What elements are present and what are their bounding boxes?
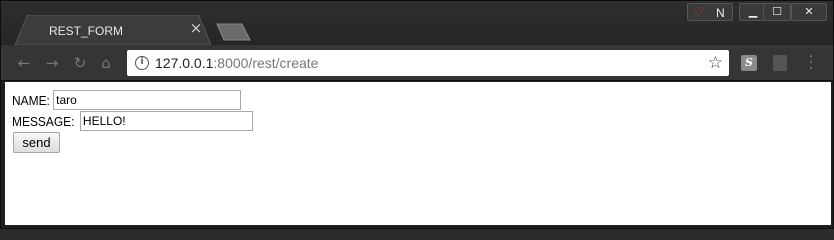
tab-title: REST_FORM	[49, 24, 124, 38]
window-close-button[interactable]: ✕	[791, 3, 827, 21]
tab-rest-form[interactable]: REST_FORM ×	[15, 15, 211, 45]
profile-letter: N	[716, 6, 725, 20]
extension-s-icon[interactable]: S	[741, 55, 757, 71]
star-icon[interactable]: ☆	[708, 53, 723, 73]
reload-icon[interactable]: ↻	[71, 54, 89, 72]
home-icon[interactable]: ⌂	[97, 54, 115, 72]
info-icon[interactable]: i	[135, 56, 149, 70]
menu-icon[interactable]: · · ·	[806, 50, 816, 76]
name-label: NAME:	[12, 92, 50, 108]
page-content: NAME: MESSAGE: send	[5, 82, 831, 225]
tab-strip: REST_FORM × ♡ N ▁ ☐ ✕	[1, 1, 833, 45]
send-button[interactable]: send	[13, 132, 60, 153]
maximize-button[interactable]: ☐	[763, 3, 791, 21]
new-tab-button[interactable]	[215, 23, 251, 41]
url-text[interactable]: 127.0.0.1:8000/rest/create	[155, 55, 318, 71]
url-host: 127.0.0.1	[155, 55, 214, 71]
back-icon[interactable]: ←	[15, 54, 33, 72]
new-tab-icon	[216, 23, 251, 41]
message-label: MESSAGE:	[12, 113, 75, 129]
browser-window: REST_FORM × ♡ N ▁ ☐ ✕ ← → ↻ ⌂ i 127.0.0.…	[0, 0, 834, 229]
url-path: :8000/rest/create	[213, 55, 319, 71]
profile-extension-button[interactable]: ♡ N	[687, 3, 733, 21]
toolbar: ← → ↻ ⌂ i 127.0.0.1:8000/rest/create ☆ S…	[1, 45, 833, 81]
name-field[interactable]	[53, 90, 242, 110]
forward-icon[interactable]: →	[43, 54, 61, 72]
tab-close-icon[interactable]: ×	[189, 21, 203, 36]
message-row: MESSAGE:	[12, 111, 253, 131]
name-row: NAME:	[12, 90, 242, 110]
extension-clip-icon[interactable]	[773, 55, 787, 71]
profile-glyph-icon: ♡	[693, 5, 704, 19]
address-bar[interactable]: i 127.0.0.1:8000/rest/create ☆	[127, 50, 729, 76]
message-field[interactable]	[79, 111, 253, 131]
